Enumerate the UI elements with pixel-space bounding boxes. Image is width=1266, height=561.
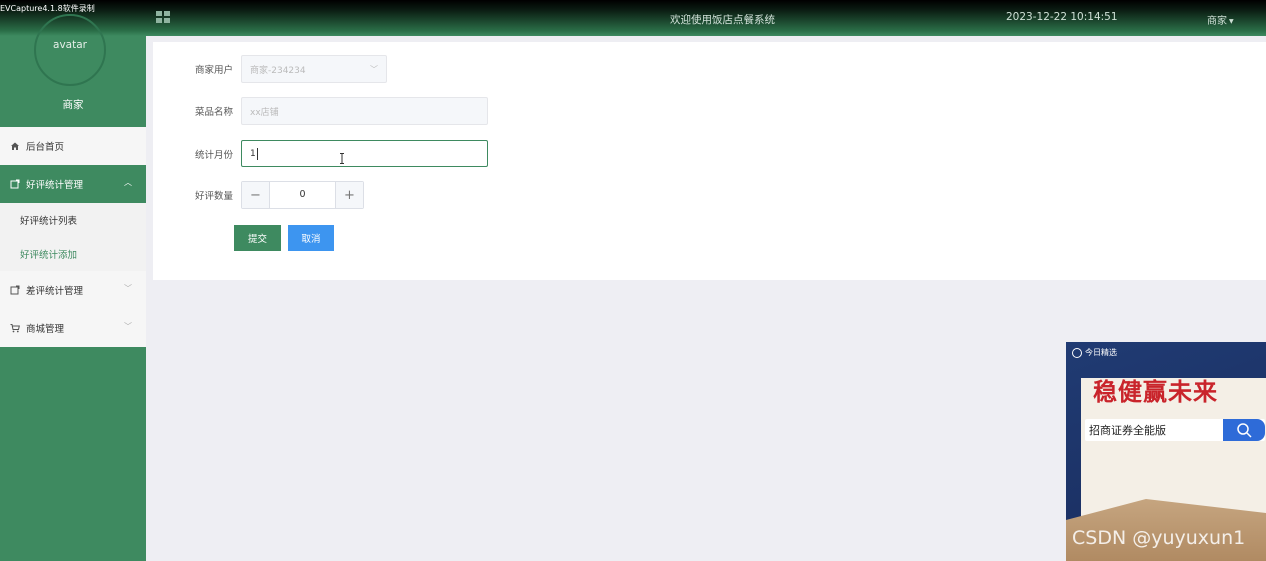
row-dish-name: 菜品名称 xx店铺	[153, 97, 488, 125]
home-icon	[11, 142, 19, 150]
sidebar: avatar 商家 后台首页 好评统计管理 ︿ 好评统计列表 好评统计添加 差评…	[0, 14, 146, 561]
chevron-down-icon: ﹀	[124, 322, 132, 331]
merchant-user-label: 商家用户	[194, 65, 233, 76]
good-count-stepper[interactable]: − 0 +	[241, 181, 364, 209]
user-role: 商家	[62, 99, 84, 111]
edit-box-icon	[10, 179, 20, 189]
dish-name-placeholder: xx店铺	[250, 107, 279, 118]
sidebar-item-good-review-stats[interactable]: 好评统计管理 ︿	[0, 165, 146, 203]
form-panel: 商家用户 商家-234234 ﹀ 菜品名称 xx店铺 统计月份 1 好评数量 −…	[153, 42, 1266, 280]
good-count-value[interactable]: 0	[270, 182, 335, 208]
text-cursor-icon	[340, 153, 344, 164]
cancel-button[interactable]: 取消	[288, 225, 334, 251]
chevron-up-icon: ︿	[124, 178, 132, 187]
watermark: CSDN @yuyuxun1	[1072, 527, 1246, 549]
site-title: 欢迎使用饭店点餐系统	[670, 14, 775, 26]
stat-month-input[interactable]: 1	[241, 140, 488, 167]
sidebar-subitem-label: 好评统计添加	[20, 250, 78, 261]
profile: avatar 商家	[0, 14, 146, 126]
caret-down-icon: ▼	[1229, 17, 1234, 25]
dish-name-label: 菜品名称	[194, 107, 233, 118]
sidebar-item-label: 后台首页	[26, 142, 65, 153]
chevron-down-icon: ﹀	[124, 284, 132, 293]
sidebar-item-home[interactable]: 后台首页	[0, 127, 146, 165]
sidebar-item-label: 差评统计管理	[26, 286, 84, 297]
current-datetime: 2023-12-22 10:14:51	[1006, 11, 1118, 23]
sidebar-menu: 后台首页 好评统计管理 ︿ 好评统计列表 好评统计添加 差评统计管理 ﹀ 商城管…	[0, 127, 146, 347]
stat-month-label: 统计月份	[194, 149, 233, 161]
stat-month-value: 1	[250, 148, 256, 159]
ad-headline: 稳健赢未来	[1093, 377, 1218, 406]
avatar: avatar	[34, 14, 106, 86]
merchant-user-select[interactable]: 商家-234234 ﹀	[241, 55, 387, 83]
edit-box-icon	[10, 285, 20, 295]
dish-name-input[interactable]: xx店铺	[241, 97, 488, 125]
sidebar-subitem-label: 好评统计列表	[20, 216, 78, 227]
good-count-label: 好评数量	[194, 191, 233, 202]
search-icon	[1237, 423, 1252, 438]
sidebar-item-label: 商城管理	[26, 324, 65, 335]
ad-search-button[interactable]	[1223, 419, 1265, 441]
cart-icon	[10, 324, 20, 333]
text-caret	[256, 147, 258, 160]
ad-badge: 今日精选	[1072, 347, 1117, 358]
merchant-user-value: 商家-234234	[250, 65, 306, 76]
row-merchant-user: 商家用户 商家-234234 ﹀	[153, 55, 387, 83]
avatar-alt-text: avatar	[53, 39, 87, 51]
submit-button[interactable]: 提交	[234, 225, 281, 251]
decrement-button[interactable]: −	[242, 182, 270, 208]
sidebar-subitem-good-review-add[interactable]: 好评统计添加	[0, 237, 146, 271]
menu-grid-icon[interactable]	[156, 11, 171, 25]
ad-search-bar[interactable]: 招商证券全能版	[1085, 419, 1265, 441]
sidebar-item-mall[interactable]: 商城管理 ﹀	[0, 309, 146, 347]
recorder-label: EVCapture4.1.8软件录制	[0, 4, 95, 13]
user-menu[interactable]: 商家 ▼	[1207, 12, 1234, 27]
chevron-down-icon: ﹀	[370, 65, 378, 74]
sidebar-item-bad-review-stats[interactable]: 差评统计管理 ﹀	[0, 271, 146, 309]
ad-search-query: 招商证券全能版	[1089, 424, 1166, 437]
row-good-count: 好评数量 − 0 +	[153, 181, 364, 209]
user-menu-label: 商家	[1207, 16, 1227, 27]
top-bar: EVCapture4.1.8软件录制 欢迎使用饭店点餐系统 2023-12-22…	[0, 0, 1266, 36]
badge-logo-icon	[1072, 347, 1082, 358]
row-stat-month: 统计月份 1	[153, 140, 488, 167]
increment-button[interactable]: +	[335, 182, 363, 208]
sidebar-subitem-good-review-list[interactable]: 好评统计列表	[0, 203, 146, 237]
ad-badge-label: 今日精选	[1085, 348, 1117, 357]
sidebar-item-label: 好评统计管理	[26, 180, 84, 191]
